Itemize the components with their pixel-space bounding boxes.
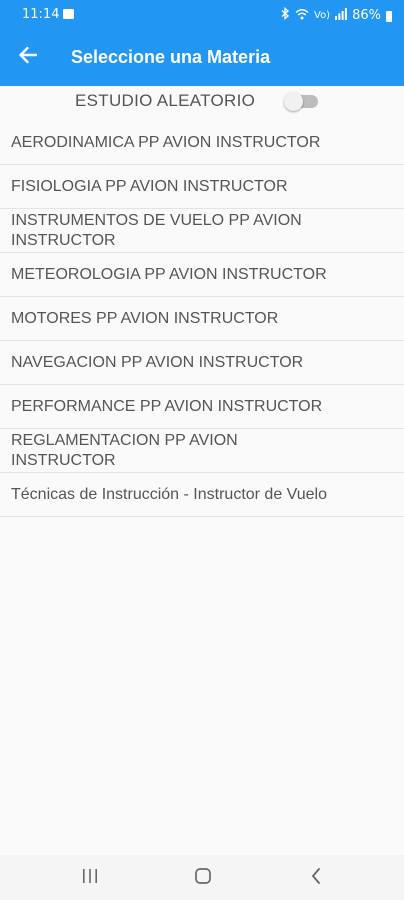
subject-label: PERFORMANCE PP AVION INSTRUCTOR <box>11 397 323 415</box>
list-item[interactable]: AERODINAMICA PP AVION INSTRUCTOR <box>0 121 404 165</box>
signal-icon <box>335 7 347 24</box>
battery-icon <box>386 11 392 22</box>
random-study-label: ESTUDIO ALEATORIO <box>75 91 256 110</box>
volte-text: Vo) <box>314 9 331 21</box>
subject-label: REGLAMENTACION PP AVION INSTRUCTOR <box>11 431 238 469</box>
recents-icon <box>81 868 99 889</box>
subject-label: Técnicas de Instrucción - Instructor de … <box>11 485 327 503</box>
subject-label: INSTRUMENTOS DE VUELO PP AVION INSTRUCTO… <box>11 211 302 249</box>
app-bar: Seleccione una Materia <box>0 30 404 86</box>
status-icons: Vo) 86% <box>281 7 392 24</box>
bluetooth-icon <box>281 7 290 24</box>
status-time: 11:14 <box>22 7 60 22</box>
list-item[interactable]: Técnicas de Instrucción - Instructor de … <box>0 473 404 517</box>
random-study-toggle[interactable] <box>284 92 318 111</box>
random-study-row: ESTUDIO ALEATORIO <box>0 86 404 116</box>
list-item[interactable]: REGLAMENTACION PP AVION INSTRUCTOR <box>0 429 404 473</box>
nav-back-button[interactable] <box>301 865 331 891</box>
battery-percent: 86% <box>352 8 381 23</box>
subject-label: METEOROLOGIA PP AVION INSTRUCTOR <box>11 265 327 283</box>
gallery-icon <box>63 9 74 19</box>
list-item[interactable]: PERFORMANCE PP AVION INSTRUCTOR <box>0 385 404 429</box>
recents-button[interactable] <box>75 865 105 891</box>
list-item[interactable]: MOTORES PP AVION INSTRUCTOR <box>0 297 404 341</box>
home-icon <box>194 867 212 890</box>
wifi-icon <box>295 8 309 24</box>
system-nav-bar <box>0 855 404 900</box>
status-bar: 11:14 Vo) 86% <box>0 0 404 30</box>
subject-label: FISIOLOGIA PP AVION INSTRUCTOR <box>11 177 288 195</box>
list-item[interactable]: FISIOLOGIA PP AVION INSTRUCTOR <box>0 165 404 209</box>
arrow-left-icon <box>18 46 38 69</box>
list-item[interactable]: INSTRUMENTOS DE VUELO PP AVION INSTRUCTO… <box>0 209 404 253</box>
list-item[interactable]: METEOROLOGIA PP AVION INSTRUCTOR <box>0 253 404 297</box>
list-item[interactable]: NAVEGACION PP AVION INSTRUCTOR <box>0 341 404 385</box>
page-title: Seleccione una Materia <box>71 47 271 67</box>
subject-label: NAVEGACION PP AVION INSTRUCTOR <box>11 353 304 371</box>
subject-label: MOTORES PP AVION INSTRUCTOR <box>11 309 279 327</box>
volte-icon: Vo) <box>314 9 330 23</box>
back-button[interactable] <box>14 43 42 71</box>
toggle-thumb <box>284 92 303 111</box>
back-icon <box>309 867 323 890</box>
subject-label: AERODINAMICA PP AVION INSTRUCTOR <box>11 133 321 151</box>
home-button[interactable] <box>188 865 218 891</box>
subject-list: AERODINAMICA PP AVION INSTRUCTOR FISIOLO… <box>0 121 404 517</box>
